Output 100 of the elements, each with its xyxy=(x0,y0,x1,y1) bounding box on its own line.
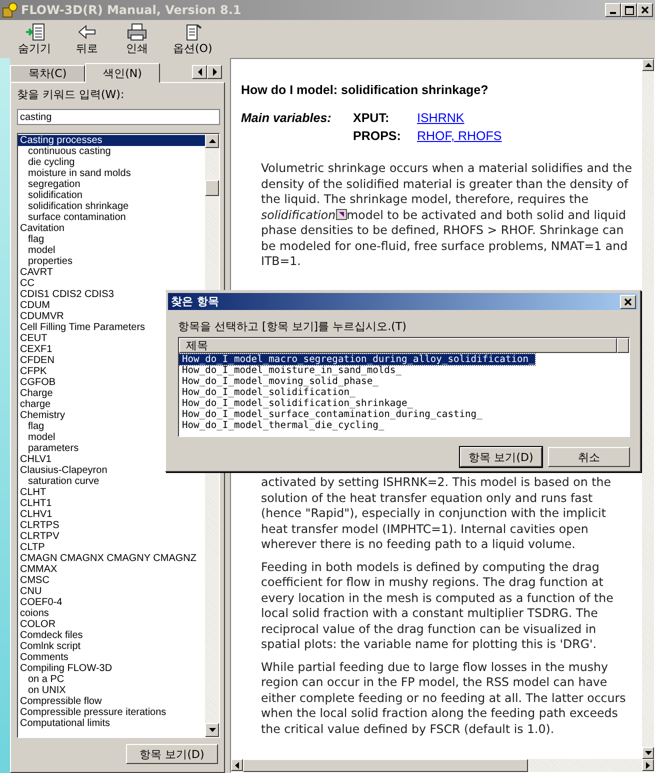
index-item[interactable]: CC xyxy=(18,278,205,289)
tab[interactable]: 색인(N) xyxy=(85,63,160,83)
paragraph: Volumetric shrinkage occurs when a material solidifies and the density of the solidified material is greater than the density of the liquid. The shrinkage model, therefore, requires the solidification model to be activated and both solid and liquid phase densities to be defined, RHOFS > RHOF. Shrinkage can be modeled for one-fluid, free surface problems, NMAT=1 and ITB=1. xyxy=(261,161,634,270)
index-item[interactable]: flag xyxy=(18,234,205,245)
up-arrow-icon xyxy=(208,139,216,143)
column-header[interactable]: 제목 xyxy=(179,338,617,353)
index-item[interactable]: solidification xyxy=(18,190,205,201)
close-button[interactable] xyxy=(620,294,636,308)
paragraph: activated by setting ISHRNK=2. This model is based on the solution of the heat transfer equation only and runs fast (hence "Rapid"), especially in conjunction with the implicit heat transfer model (IMPHTC=1). Internal cavities open wherever there is no feeding path to a liquid volume. xyxy=(261,475,612,552)
toolbar-button[interactable]: 뒤로 xyxy=(67,22,107,56)
close-icon xyxy=(641,6,649,14)
topic-list[interactable] xyxy=(178,337,630,437)
scroll-right-button[interactable] xyxy=(642,759,654,771)
keyword-label: 찾을 키워드 입력(W): xyxy=(17,87,126,103)
topic-item[interactable]: How_do_I_model_moisture_in_sand_molds_ xyxy=(179,365,402,376)
variable-link[interactable]: ISHRNK xyxy=(417,111,502,125)
scroll-up-button[interactable] xyxy=(205,134,219,148)
close-icon xyxy=(624,298,632,306)
scroll-thumb[interactable] xyxy=(243,759,528,772)
index-item[interactable]: CMSC xyxy=(18,575,205,586)
right-arrow-icon xyxy=(212,68,218,76)
variable-group: XPUT: xyxy=(353,111,417,125)
hide-pane-icon xyxy=(24,22,46,40)
index-item[interactable]: surface contamination xyxy=(18,212,205,223)
printer-icon xyxy=(126,22,148,40)
index-item[interactable]: CLHT1 xyxy=(18,498,205,509)
paragraph: Feeding in both models is defined by computing the drag coefficient for flow in mushy regions. The drag function at every location in the mesh is computed as a function of the local solid fraction with a constant multiplier TSDRG. The reciprocal value of the drag function can be visualized in spatial plots: the variable name for plotting this is 'DRG'. xyxy=(261,560,614,652)
dialog-title: 찾은 항목 xyxy=(171,294,219,309)
window-title: FLOW-3D(R) Manual, Version 8.1 xyxy=(21,3,242,17)
index-item[interactable]: saturation curve xyxy=(18,476,205,487)
variables-label: Main variables: xyxy=(241,111,332,127)
index-item[interactable]: CLHV1 xyxy=(18,509,205,520)
index-item[interactable]: on a PC xyxy=(18,674,205,685)
left-arrow-icon xyxy=(235,762,239,768)
down-arrow-icon xyxy=(208,728,216,732)
scroll-left-button[interactable] xyxy=(231,759,243,771)
topic-item[interactable]: How_do_I_model_solidification_ xyxy=(179,387,356,398)
toolbar-button[interactable]: 옵션(O) xyxy=(167,22,218,56)
right-arrow-icon xyxy=(646,762,650,768)
dialog-button[interactable]: 항목 보기(D) xyxy=(460,447,542,467)
toolbar-button[interactable]: 인쇄 xyxy=(117,22,157,56)
index-item[interactable]: CLRTPV xyxy=(18,531,205,542)
index-item[interactable]: Computational limits xyxy=(18,718,205,729)
index-item[interactable]: Compiling FLOW-3D xyxy=(18,663,205,674)
index-item[interactable]: Comlnk script xyxy=(18,641,205,652)
left-arrow-icon xyxy=(196,68,202,76)
index-item[interactable]: CAVRT xyxy=(18,267,205,278)
up-arrow-icon xyxy=(644,63,652,67)
index-item[interactable]: CLTP xyxy=(18,542,205,553)
topic-item[interactable]: How_do_I_model_thermal_die_cycling_ xyxy=(179,420,386,431)
tab[interactable]: 목차(C) xyxy=(10,65,85,82)
index-item[interactable]: on UNIX xyxy=(18,685,205,696)
variable-link[interactable]: RHOF, RHOFS xyxy=(417,129,502,143)
index-item[interactable]: Casting processes xyxy=(18,135,205,146)
paragraph: While partial feeding due to large flow losses in the mushy region can occur in the FP model, the RSS model can have either complete feeding or no feeding at all. The latter occurs when the local solid fraction along the feeding path exceeds the critical value defined by FSCR (default is 1.0). xyxy=(261,660,627,737)
maximize-icon xyxy=(624,6,634,14)
index-item[interactable]: model xyxy=(18,245,205,256)
index-item[interactable]: Cavitation xyxy=(18,223,205,234)
display-button[interactable]: 항목 보기(D) xyxy=(126,744,218,764)
index-item[interactable]: CLRTPS xyxy=(18,520,205,531)
scroll-thumb[interactable] xyxy=(205,180,219,196)
column-header[interactable] xyxy=(617,338,629,353)
index-item[interactable]: solidification shrinkage xyxy=(18,201,205,212)
index-item[interactable]: moisture in sand molds xyxy=(18,168,205,179)
index-item[interactable]: COLOR xyxy=(18,619,205,630)
index-item[interactable]: Comdeck files xyxy=(18,630,205,641)
index-item[interactable]: die cycling xyxy=(18,157,205,168)
link-arrow-icon[interactable] xyxy=(336,208,347,220)
scroll-left-button[interactable] xyxy=(192,65,207,79)
index-item[interactable]: coions xyxy=(18,608,205,619)
index-item[interactable]: CNU xyxy=(18,586,205,597)
index-item[interactable]: Compressible flow xyxy=(18,696,205,707)
dialog-button[interactable]: 취소 xyxy=(548,447,630,467)
variable-group: PROPS: xyxy=(353,129,417,143)
minimize-button[interactable] xyxy=(605,3,621,17)
index-item[interactable]: Compressible pressure iterations xyxy=(18,707,205,718)
topic-title: How do I model: solidification shrinkage? xyxy=(241,83,490,97)
scroll-right-button[interactable] xyxy=(207,65,222,79)
dialog-prompt: 항목을 선택하고 [항목 보기]를 누르십시오.(T) xyxy=(178,319,408,333)
index-item[interactable]: CMAGN CMAGNX CMAGNY CMAGNZ xyxy=(18,553,205,564)
topic-item[interactable]: How_do_I_model_macro_segregation_during_alloy_solidification_ xyxy=(179,354,536,365)
index-item[interactable]: CMMAX xyxy=(18,564,205,575)
keyword-field[interactable]: casting xyxy=(17,109,220,125)
scroll-down-button[interactable] xyxy=(642,747,654,759)
index-item[interactable]: continuous casting xyxy=(18,146,205,157)
index-item[interactable]: Comments xyxy=(18,652,205,663)
index-item[interactable]: segregation xyxy=(18,179,205,190)
down-arrow-icon xyxy=(644,751,652,755)
index-item[interactable]: CLHT xyxy=(18,487,205,498)
maximize-button[interactable] xyxy=(621,3,637,17)
back-arrow-icon xyxy=(76,22,98,40)
index-item[interactable]: properties xyxy=(18,256,205,267)
topic-item[interactable]: How_do_I_model_solidification_shrinkage_ xyxy=(179,398,414,409)
topic-item[interactable]: How_do_I_model_moving_solid_phase_ xyxy=(179,376,380,387)
index-item[interactable]: COEF0-4 xyxy=(18,597,205,608)
toolbar-button[interactable]: 숨기기 xyxy=(12,22,57,56)
topic-item[interactable]: How_do_I_model_surface_contamination_during_casting_ xyxy=(179,409,484,420)
close-button[interactable] xyxy=(637,3,653,17)
scroll-down-button[interactable] xyxy=(205,723,219,737)
scroll-up-button[interactable] xyxy=(642,59,654,71)
